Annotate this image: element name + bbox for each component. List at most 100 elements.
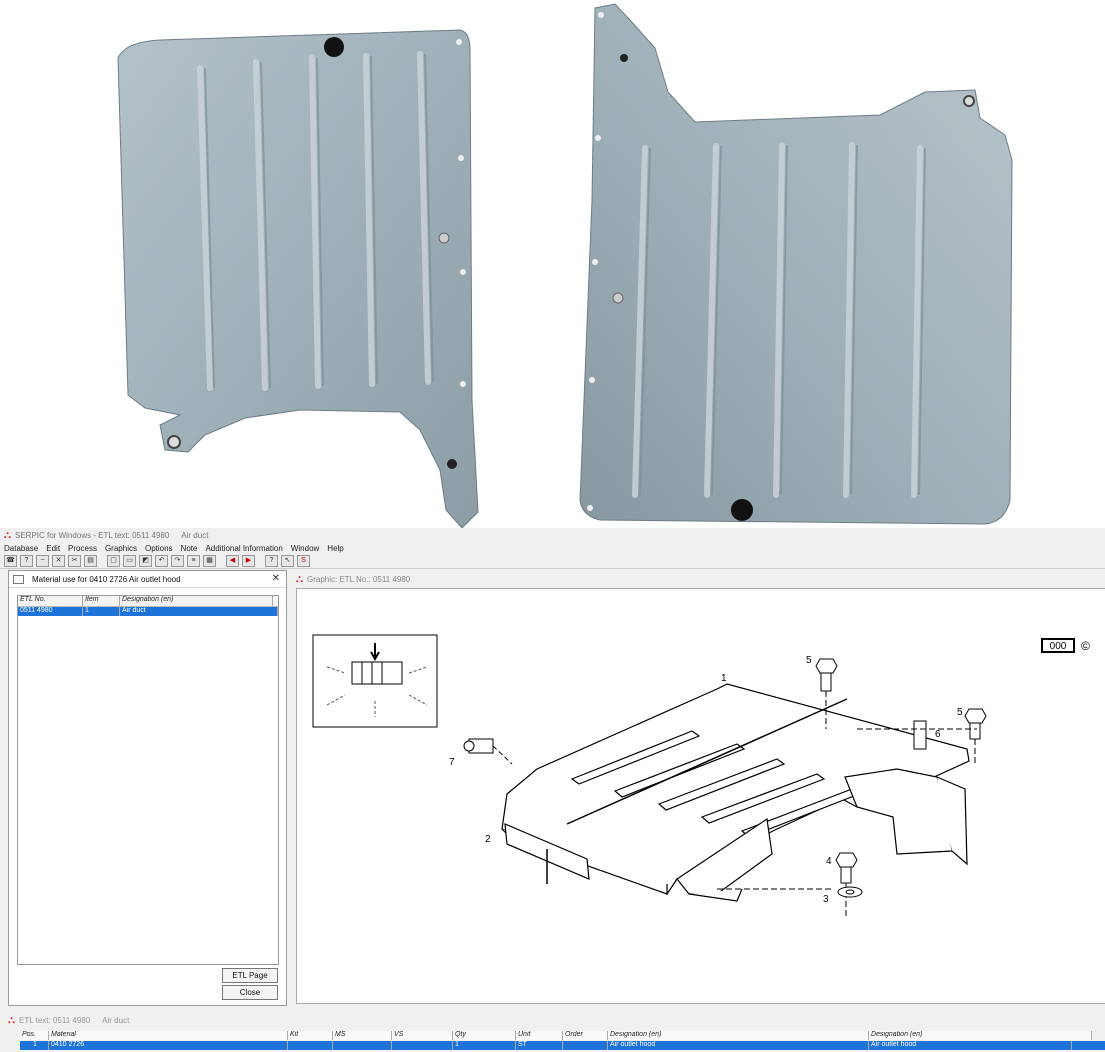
cell-qty: 1 [453, 1041, 516, 1050]
etl-table-header: Pos. Material Kit MS VS Qty Unit Order D… [20, 1031, 1092, 1040]
serpic-logo-icon: ⛬ [4, 529, 11, 541]
col-vs[interactable]: VS [392, 1031, 453, 1040]
col-designation[interactable]: Designation (en) [120, 596, 273, 606]
cell-vs [392, 1041, 453, 1050]
col-material[interactable]: Material [49, 1031, 288, 1040]
material-use-panel: Material use for 0410 2726 Air outlet ho… [8, 570, 287, 1006]
sis-icon[interactable]: S [297, 555, 310, 567]
left-panel-photo [117, 29, 479, 529]
close-icon[interactable]: ✕ [272, 573, 280, 584]
col-kit[interactable]: Kit [288, 1031, 333, 1040]
callout-2: 2 [485, 834, 491, 845]
cell-item: 1 [83, 607, 120, 616]
etl-text-title: ETL text: 0511 4980 [19, 1015, 91, 1025]
help-icon[interactable]: ? [265, 555, 278, 567]
menu-database[interactable]: Database [4, 544, 38, 553]
cell-material: 0410 2726 [49, 1041, 288, 1050]
exploded-view-drawing: 000 © 1 2 3 4 5 5 6 7 [312, 634, 1090, 919]
cell-pos: 1 [20, 1041, 49, 1050]
connector-7 [463, 738, 513, 765]
menu-additional-information[interactable]: Additional Information [205, 544, 282, 553]
menu-edit[interactable]: Edit [46, 544, 60, 553]
cut-icon[interactable]: ✂ [68, 555, 81, 567]
graphic-title: Graphic: ETL No.: 0511 4980 [307, 575, 411, 584]
callout-1: 1 [721, 673, 727, 684]
cell-unit: ST [516, 1041, 563, 1050]
material-panel-title: Material use for 0410 2726 Air outlet ho… [32, 574, 181, 584]
etl-page-button[interactable]: ETL Page [222, 968, 278, 983]
callout-5b: 5 [957, 707, 963, 718]
serpic-logo-icon: ⛬ [8, 1014, 15, 1026]
new-document-icon[interactable]: ▢ [107, 555, 120, 567]
material-panel-titlebar: Material use for 0410 2726 Air outlet ho… [9, 571, 286, 588]
col-etl-no[interactable]: ETL No. [18, 596, 83, 606]
arrow-right-icon[interactable]: ▶ [242, 555, 255, 567]
redo-icon[interactable]: ↷ [171, 555, 184, 567]
window-title: SERPIC for Windows - ETL text: 0511 4980 [15, 530, 170, 540]
material-table-header: ETL No. Item Designation (en) [18, 596, 278, 607]
print-icon[interactable]: ▤ [84, 555, 97, 567]
graphic-titlebar: ⛬ Graphic: ETL No.: 0511 4980 [290, 572, 1105, 587]
etl-text-title-part: Air duct [102, 1015, 130, 1025]
callout-4: 4 [826, 856, 832, 867]
serpic-logo-icon: ⛬ [296, 574, 303, 585]
query-icon[interactable]: ? [20, 555, 33, 567]
cross-icon[interactable]: ✕ [52, 555, 65, 567]
cell-designation-en-2: Air outlet hood [869, 1041, 1072, 1050]
list-icon[interactable]: ≡ [187, 555, 200, 567]
menu-window[interactable]: Window [291, 544, 319, 553]
air-duct-photo [117, 3, 1013, 529]
grid-icon[interactable]: ▦ [203, 555, 216, 567]
toolbar: ☎ ? ~ ✕ ✂ ▤ ▢ ▭ ◩ ↶ ↷ ≡ ▦ ◀ ▶ ? ↖ S [0, 554, 1105, 569]
callout-3: 3 [823, 894, 829, 905]
undo-icon[interactable]: ↶ [155, 555, 168, 567]
serpic-window: ⛬ SERPIC for Windows - ETL text: 0511 49… [0, 528, 1105, 1052]
right-panel-photo [579, 3, 1013, 525]
etl-text-titlebar: ⛬ ETL text: 0511 4980 Air duct [0, 1013, 1105, 1027]
menu-process[interactable]: Process [68, 544, 97, 553]
col-qty[interactable]: Qty [453, 1031, 516, 1040]
table-row[interactable]: 0511 4980 1 Air duct [18, 607, 278, 616]
callout-6: 6 [935, 729, 941, 740]
window-titlebar: ⛬ SERPIC for Windows - ETL text: 0511 49… [0, 528, 1105, 542]
window-icon [13, 574, 24, 584]
cell-designation-en: Air outlet hood [608, 1041, 869, 1050]
phone-icon[interactable]: ☎ [4, 555, 17, 567]
cell-etl: 0511 4980 [18, 607, 83, 616]
callout-5a: 5 [806, 655, 812, 666]
graphic-panel: ⛬ Graphic: ETL No.: 0511 4980 000 © 1 2 … [290, 572, 1105, 1004]
cell-ms [333, 1041, 392, 1050]
open-folder-icon[interactable]: ▭ [123, 555, 136, 567]
table-row[interactable]: 1 0410 2726 1 ST Air outlet hood Air out… [20, 1041, 1105, 1050]
arrow-left-icon[interactable]: ◀ [226, 555, 239, 567]
menu-graphics[interactable]: Graphics [105, 544, 137, 553]
callout-7: 7 [449, 757, 455, 768]
view-orientation-inset [312, 634, 438, 728]
bolt-4 [835, 852, 858, 919]
color-icon[interactable]: ◩ [139, 555, 152, 567]
window-title-part: Air duct [181, 530, 209, 540]
link-icon[interactable]: ~ [36, 555, 49, 567]
cell-order [563, 1041, 608, 1050]
menu-note[interactable]: Note [181, 544, 198, 553]
col-item[interactable]: Item [83, 596, 120, 606]
material-table: ETL No. Item Designation (en) 0511 4980 … [17, 595, 279, 965]
etl-text-panel: ⛬ ETL text: 0511 4980 Air duct Pos. Mate… [0, 1013, 1105, 1052]
col-designation-en-2[interactable]: Designation (en) [869, 1031, 1092, 1040]
menu-bar: Database Edit Process Graphics Options N… [0, 542, 1105, 554]
menu-options[interactable]: Options [145, 544, 173, 553]
col-designation-en[interactable]: Designation (en) [608, 1031, 869, 1040]
menu-help[interactable]: Help [327, 544, 343, 553]
parts-drawing[interactable]: 000 © 1 2 3 4 5 5 6 7 [296, 588, 1105, 1004]
col-pos[interactable]: Pos. [20, 1031, 49, 1040]
copyright-mark: © [1081, 639, 1090, 653]
cell-kit [288, 1041, 333, 1050]
close-button[interactable]: Close [222, 985, 278, 1000]
context-help-icon[interactable]: ↖ [281, 555, 294, 567]
cell-designation: Air duct [120, 607, 278, 616]
air-outlet-hood-drawing [501, 683, 970, 902]
col-ms[interactable]: MS [333, 1031, 392, 1040]
col-order[interactable]: Order [563, 1031, 608, 1040]
code-box-text: 000 [1050, 641, 1067, 652]
col-unit[interactable]: Unit [516, 1031, 563, 1040]
